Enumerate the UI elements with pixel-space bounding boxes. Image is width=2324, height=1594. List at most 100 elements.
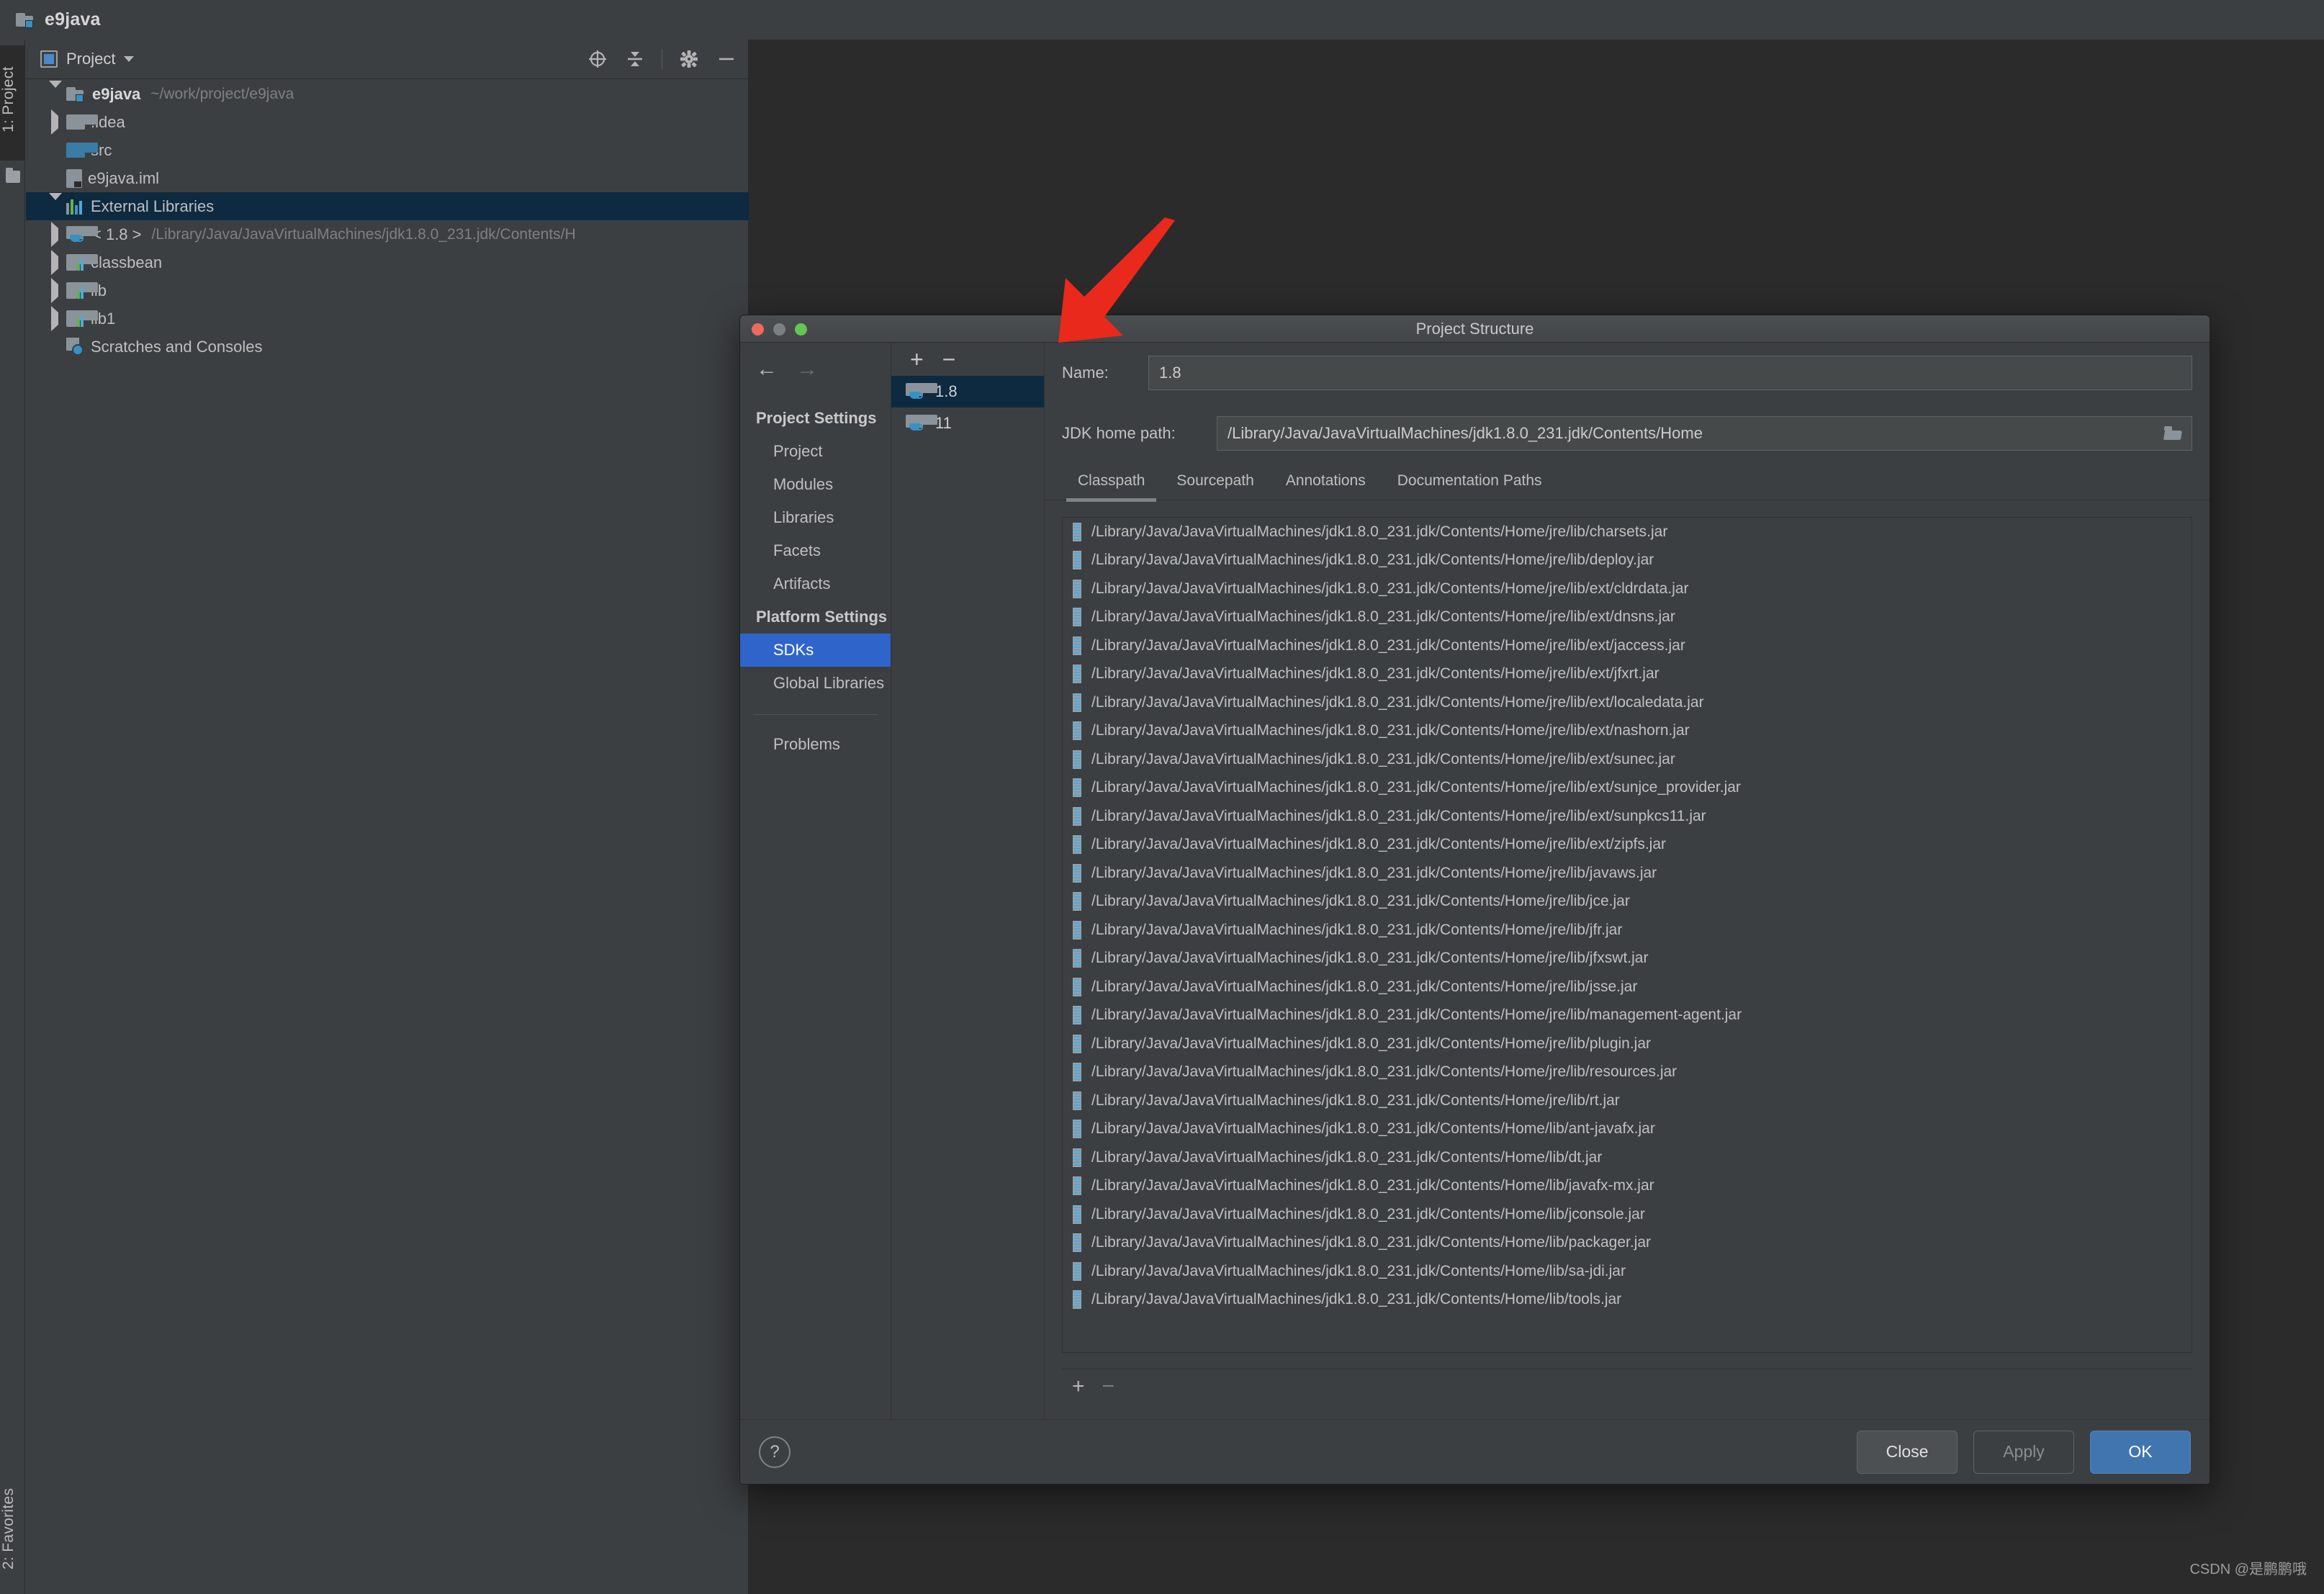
- chevron-down-icon[interactable]: [124, 56, 134, 62]
- classpath-row[interactable]: /Library/Java/JavaVirtualMachines/jdk1.8…: [1063, 518, 2192, 546]
- tree-row[interactable]: e9java ~/work/project/e9java: [26, 80, 749, 108]
- jar-icon: [1071, 721, 1083, 740]
- twisty-collapsed-icon[interactable]: [51, 109, 58, 135]
- classpath-row[interactable]: /Library/Java/JavaVirtualMachines/jdk1.8…: [1063, 945, 2192, 973]
- tab-documentation-paths[interactable]: Documentation Paths: [1382, 472, 1558, 500]
- remove-sdk-button[interactable]: −: [942, 348, 956, 371]
- classpath-row[interactable]: /Library/Java/JavaVirtualMachines/jdk1.8…: [1063, 1115, 2192, 1144]
- classpath-row[interactable]: /Library/Java/JavaVirtualMachines/jdk1.8…: [1063, 631, 2192, 660]
- help-button[interactable]: ?: [759, 1436, 791, 1468]
- tree-row[interactable]: e9java.iml: [26, 164, 749, 192]
- nav-item-global-libraries[interactable]: Global Libraries: [740, 667, 891, 700]
- project-tree[interactable]: e9java ~/work/project/e9java .idea src e…: [26, 80, 749, 361]
- hide-minimize-icon[interactable]: [716, 48, 737, 70]
- tree-item-label: External Libraries: [91, 197, 214, 216]
- minimize-window-button[interactable]: [773, 323, 785, 336]
- classpath-row[interactable]: /Library/Java/JavaVirtualMachines/jdk1.8…: [1063, 1257, 2192, 1286]
- classpath-entry-label: /Library/Java/JavaVirtualMachines/jdk1.8…: [1091, 865, 1657, 882]
- close-button[interactable]: Close: [1857, 1431, 1958, 1474]
- jdk-home-path-value: /Library/Java/JavaVirtualMachines/jdk1.8…: [1228, 424, 1703, 443]
- classpath-row[interactable]: /Library/Java/JavaVirtualMachines/jdk1.8…: [1063, 1086, 2192, 1115]
- nav-group-project-settings: Project Settings: [740, 402, 891, 435]
- classpath-row[interactable]: /Library/Java/JavaVirtualMachines/jdk1.8…: [1063, 717, 2192, 746]
- folder-browse-icon[interactable]: [2164, 426, 2181, 440]
- classpath-row[interactable]: /Library/Java/JavaVirtualMachines/jdk1.8…: [1063, 888, 2192, 917]
- tree-row[interactable]: lib1: [26, 305, 749, 333]
- classpath-row[interactable]: /Library/Java/JavaVirtualMachines/jdk1.8…: [1063, 1172, 2192, 1201]
- classpath-row[interactable]: /Library/Java/JavaVirtualMachines/jdk1.8…: [1063, 1229, 2192, 1258]
- add-classpath-button[interactable]: +: [1072, 1376, 1085, 1397]
- classpath-row[interactable]: /Library/Java/JavaVirtualMachines/jdk1.8…: [1063, 1143, 2192, 1172]
- classpath-entry-label: /Library/Java/JavaVirtualMachines/jdk1.8…: [1091, 1092, 1620, 1109]
- nav-item-libraries[interactable]: Libraries: [740, 501, 891, 534]
- nav-item-artifacts[interactable]: Artifacts: [740, 567, 891, 600]
- classpath-row[interactable]: /Library/Java/JavaVirtualMachines/jdk1.8…: [1063, 973, 2192, 1001]
- tree-row[interactable]: src: [26, 136, 749, 164]
- classpath-row[interactable]: /Library/Java/JavaVirtualMachines/jdk1.8…: [1063, 1200, 2192, 1229]
- tree-row[interactable]: Scratches and Consoles: [26, 333, 749, 361]
- nav-item-sdks[interactable]: SDKs: [740, 634, 891, 667]
- twisty-collapsed-icon[interactable]: [51, 278, 58, 303]
- arrow-left-icon[interactable]: ←: [756, 359, 778, 380]
- jar-icon: [1071, 523, 1083, 541]
- classpath-row[interactable]: /Library/Java/JavaVirtualMachines/jdk1.8…: [1063, 1286, 2192, 1315]
- twisty-expanded-icon[interactable]: [49, 193, 62, 212]
- close-window-button[interactable]: [752, 323, 764, 336]
- nav-item-project[interactable]: Project: [740, 435, 891, 468]
- tab-sourcepath[interactable]: Sourcepath: [1161, 472, 1269, 500]
- tree-row-external-libraries[interactable]: External Libraries: [26, 192, 749, 220]
- classpath-entry-label: /Library/Java/JavaVirtualMachines/jdk1.8…: [1091, 1234, 1651, 1251]
- collapse-all-icon[interactable]: [624, 48, 646, 70]
- classpath-row[interactable]: /Library/Java/JavaVirtualMachines/jdk1.8…: [1063, 831, 2192, 860]
- classpath-row[interactable]: /Library/Java/JavaVirtualMachines/jdk1.8…: [1063, 1001, 2192, 1030]
- ok-button[interactable]: OK: [2090, 1431, 2191, 1474]
- classpath-list[interactable]: /Library/Java/JavaVirtualMachines/jdk1.8…: [1062, 517, 2192, 1353]
- tab-classpath[interactable]: Classpath: [1062, 472, 1161, 500]
- twisty-expanded-icon[interactable]: [49, 81, 62, 100]
- twisty-collapsed-icon[interactable]: [51, 250, 58, 275]
- module-folder-icon: [16, 11, 36, 30]
- classpath-row[interactable]: /Library/Java/JavaVirtualMachines/jdk1.8…: [1063, 802, 2192, 831]
- tool-tab-favorites[interactable]: 2: Favorites: [0, 1469, 25, 1594]
- tool-tab-project[interactable]: 1: Project: [0, 45, 25, 161]
- add-sdk-button[interactable]: +: [910, 348, 924, 371]
- traffic-lights: [752, 323, 807, 336]
- twisty-collapsed-icon[interactable]: [51, 222, 58, 247]
- arrow-right-icon[interactable]: →: [796, 359, 818, 380]
- classpath-entry-label: /Library/Java/JavaVirtualMachines/jdk1.8…: [1091, 1120, 1655, 1138]
- tab-annotations[interactable]: Annotations: [1270, 472, 1382, 500]
- classpath-row[interactable]: /Library/Java/JavaVirtualMachines/jdk1.8…: [1063, 660, 2192, 689]
- project-view-label: Project: [66, 50, 115, 68]
- classpath-row[interactable]: /Library/Java/JavaVirtualMachines/jdk1.8…: [1063, 1058, 2192, 1087]
- tree-row[interactable]: lib: [26, 276, 749, 305]
- tree-row[interactable]: < 1.8 > /Library/Java/JavaVirtualMachine…: [26, 220, 749, 248]
- classpath-row[interactable]: /Library/Java/JavaVirtualMachines/jdk1.8…: [1063, 916, 2192, 945]
- nav-item-facets[interactable]: Facets: [740, 534, 891, 567]
- sdk-item-1.8[interactable]: 1.8: [891, 376, 1044, 407]
- classpath-row[interactable]: /Library/Java/JavaVirtualMachines/jdk1.8…: [1063, 859, 2192, 888]
- zoom-window-button[interactable]: [795, 323, 807, 336]
- jar-icon: [1071, 949, 1083, 968]
- classpath-row[interactable]: /Library/Java/JavaVirtualMachines/jdk1.8…: [1063, 1030, 2192, 1058]
- classpath-row[interactable]: /Library/Java/JavaVirtualMachines/jdk1.8…: [1063, 745, 2192, 774]
- classpath-row[interactable]: /Library/Java/JavaVirtualMachines/jdk1.8…: [1063, 575, 2192, 603]
- twisty-collapsed-icon[interactable]: [51, 306, 58, 331]
- remove-classpath-button[interactable]: −: [1102, 1376, 1115, 1397]
- sdk-name-input[interactable]: 1.8: [1148, 356, 2192, 390]
- apply-button[interactable]: Apply: [1973, 1431, 2074, 1474]
- tree-row[interactable]: .idea: [26, 108, 749, 136]
- jar-icon: [1071, 1091, 1083, 1110]
- classpath-row[interactable]: /Library/Java/JavaVirtualMachines/jdk1.8…: [1063, 774, 2192, 803]
- classpath-row[interactable]: /Library/Java/JavaVirtualMachines/jdk1.8…: [1063, 688, 2192, 717]
- classpath-row[interactable]: /Library/Java/JavaVirtualMachines/jdk1.8…: [1063, 603, 2192, 632]
- classpath-row[interactable]: /Library/Java/JavaVirtualMachines/jdk1.8…: [1063, 546, 2192, 575]
- jdk-home-path-input[interactable]: /Library/Java/JavaVirtualMachines/jdk1.8…: [1217, 416, 2192, 451]
- source-folder-icon: [66, 143, 85, 158]
- settings-gear-icon[interactable]: [678, 48, 700, 70]
- tree-row[interactable]: classbean: [26, 248, 749, 276]
- nav-item-problems[interactable]: Problems: [740, 728, 891, 761]
- sdk-item-11[interactable]: 11: [891, 407, 1044, 439]
- jar-icon: [1071, 807, 1083, 826]
- locate-target-icon[interactable]: [587, 48, 608, 70]
- nav-item-modules[interactable]: Modules: [740, 468, 891, 501]
